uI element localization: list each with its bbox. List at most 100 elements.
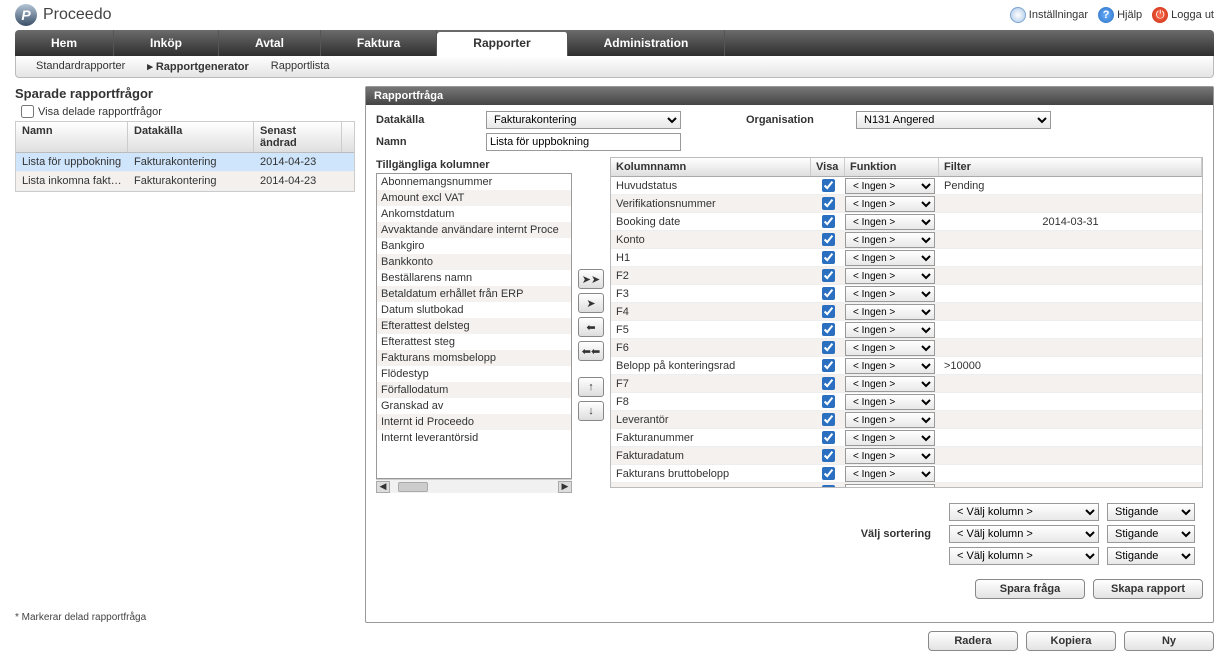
available-column-item[interactable]: Flödestyp (377, 366, 571, 382)
selected-column-row[interactable]: Fakturanummer< Ingen > (611, 429, 1202, 447)
available-columns-list[interactable]: AbonnemangsnummerAmount excl VATAnkomstd… (376, 173, 572, 479)
sort-col-3[interactable]: < Välj kolumn > (949, 547, 1099, 565)
visa-checkbox[interactable] (822, 341, 835, 354)
available-column-item[interactable]: Amount excl VAT (377, 190, 571, 206)
selected-column-row[interactable]: Konto< Ingen > (611, 231, 1202, 249)
help-link[interactable]: ?Hjälp (1098, 7, 1142, 23)
function-select[interactable]: < Ingen > (845, 214, 935, 230)
nav-hem[interactable]: Hem (15, 30, 114, 56)
remove-button[interactable]: ⬅ (578, 317, 604, 337)
sort-dir-3[interactable]: Stigande (1107, 547, 1195, 565)
filter-cell[interactable]: Pending (939, 180, 1202, 192)
selected-column-row[interactable]: Huvudstatus< Ingen >Pending (611, 177, 1202, 195)
function-select[interactable]: < Ingen > (845, 268, 935, 284)
selected-column-row[interactable]: F6< Ingen > (611, 339, 1202, 357)
visa-checkbox[interactable] (822, 215, 835, 228)
visa-checkbox[interactable] (822, 269, 835, 282)
new-button[interactable]: Ny (1124, 631, 1214, 651)
function-select[interactable]: < Ingen > (845, 340, 935, 356)
available-column-item[interactable]: Abonnemangsnummer (377, 174, 571, 190)
visa-checkbox[interactable] (822, 449, 835, 462)
available-column-item[interactable]: Datum slutbokad (377, 302, 571, 318)
selected-column-row[interactable]: F2< Ingen > (611, 267, 1202, 285)
selected-column-row[interactable]: Avvaktande användare< Ingen > (611, 483, 1202, 487)
function-select[interactable]: < Ingen > (845, 304, 935, 320)
function-select[interactable]: < Ingen > (845, 430, 935, 446)
selected-column-row[interactable]: F4< Ingen > (611, 303, 1202, 321)
selected-column-row[interactable]: Leverantör< Ingen > (611, 411, 1202, 429)
nav-avtal[interactable]: Avtal (219, 30, 321, 56)
selected-column-row[interactable]: F5< Ingen > (611, 321, 1202, 339)
col-header-datasource[interactable]: Datakälla (128, 122, 254, 152)
visa-checkbox[interactable] (822, 377, 835, 390)
available-column-item[interactable]: Granskad av (377, 398, 571, 414)
nav-administration[interactable]: Administration (568, 30, 726, 56)
function-select[interactable]: < Ingen > (845, 466, 935, 482)
function-select[interactable]: < Ingen > (845, 358, 935, 374)
remove-all-button[interactable]: ⬅⬅ (578, 341, 604, 361)
selected-column-row[interactable]: F7< Ingen > (611, 375, 1202, 393)
save-query-button[interactable]: Spara fråga (975, 579, 1085, 599)
sel-col-filter[interactable]: Filter (939, 158, 1202, 176)
available-column-item[interactable]: Ankomstdatum (377, 206, 571, 222)
function-select[interactable]: < Ingen > (845, 250, 935, 266)
available-column-item[interactable]: Avvaktande användare internt Proce (377, 222, 571, 238)
function-select[interactable]: < Ingen > (845, 178, 935, 194)
function-select[interactable]: < Ingen > (845, 322, 935, 338)
available-column-item[interactable]: Betaldatum erhållet från ERP (377, 286, 571, 302)
selected-column-row[interactable]: Booking date< Ingen >2014-03-31 (611, 213, 1202, 231)
sort-col-1[interactable]: < Välj kolumn > (949, 503, 1099, 521)
available-column-item[interactable]: Beställarens namn (377, 270, 571, 286)
visa-checkbox[interactable] (822, 233, 835, 246)
selected-column-row[interactable]: Fakturans bruttobelopp< Ingen > (611, 465, 1202, 483)
nav-inköp[interactable]: Inköp (114, 30, 219, 56)
add-button[interactable]: ➤ (578, 293, 604, 313)
add-all-button[interactable]: ➤➤ (578, 269, 604, 289)
function-select[interactable]: < Ingen > (845, 412, 935, 428)
selected-column-row[interactable]: Fakturadatum< Ingen > (611, 447, 1202, 465)
available-column-item[interactable]: Efterattest delsteg (377, 318, 571, 334)
col-header-date[interactable]: Senast ändrad (254, 122, 342, 152)
available-column-item[interactable]: Bankgiro (377, 238, 571, 254)
saved-query-row[interactable]: Lista för uppbokningFakturakontering2014… (16, 153, 354, 172)
function-select[interactable]: < Ingen > (845, 196, 935, 212)
selected-column-row[interactable]: H1< Ingen > (611, 249, 1202, 267)
hscroll-bar[interactable]: ◀▶ (376, 479, 572, 493)
function-select[interactable]: < Ingen > (845, 232, 935, 248)
sort-dir-1[interactable]: Stigande (1107, 503, 1195, 521)
subnav-standardrapporter[interactable]: Standardrapporter (36, 60, 125, 73)
available-column-item[interactable]: Efterattest steg (377, 334, 571, 350)
available-column-item[interactable]: Bankkonto (377, 254, 571, 270)
sort-dir-2[interactable]: Stigande (1107, 525, 1195, 543)
visa-checkbox[interactable] (822, 197, 835, 210)
sel-col-name[interactable]: Kolumnnamn (611, 158, 811, 176)
query-name-input[interactable] (486, 133, 681, 151)
scroll-right-icon[interactable]: ▶ (558, 481, 572, 493)
visa-checkbox[interactable] (822, 413, 835, 426)
selected-column-row[interactable]: F3< Ingen > (611, 285, 1202, 303)
copy-button[interactable]: Kopiera (1026, 631, 1116, 651)
datasource-select[interactable]: Fakturakontering (486, 111, 681, 129)
move-down-button[interactable]: ↓ (578, 401, 604, 421)
visa-checkbox[interactable] (822, 179, 835, 192)
visa-checkbox[interactable] (822, 467, 835, 480)
visa-checkbox[interactable] (822, 359, 835, 372)
sel-col-visa[interactable]: Visa (811, 158, 845, 176)
function-select[interactable]: < Ingen > (845, 376, 935, 392)
selected-columns-body[interactable]: Huvudstatus< Ingen >PendingVerifikations… (611, 177, 1202, 487)
available-column-item[interactable]: Internt id Proceedo (377, 414, 571, 430)
nav-faktura[interactable]: Faktura (321, 30, 437, 56)
organisation-select[interactable]: N131 Angered (856, 111, 1051, 129)
sort-col-2[interactable]: < Välj kolumn > (949, 525, 1099, 543)
filter-cell[interactable]: 2014-03-31 (939, 216, 1202, 228)
available-column-item[interactable]: Fakturans momsbelopp (377, 350, 571, 366)
create-report-button[interactable]: Skapa rapport (1093, 579, 1203, 599)
settings-link[interactable]: Inställningar (1010, 7, 1088, 23)
visa-checkbox[interactable] (822, 287, 835, 300)
selected-column-row[interactable]: Verifikationsnummer< Ingen > (611, 195, 1202, 213)
saved-query-row[interactable]: Lista inkomna faktur...Fakturakontering2… (16, 172, 354, 191)
delete-button[interactable]: Radera (928, 631, 1018, 651)
available-column-item[interactable]: Internt leverantörsid (377, 430, 571, 446)
function-select[interactable]: < Ingen > (845, 394, 935, 410)
subnav-rapportgenerator[interactable]: ▸ Rapportgenerator (147, 60, 248, 73)
